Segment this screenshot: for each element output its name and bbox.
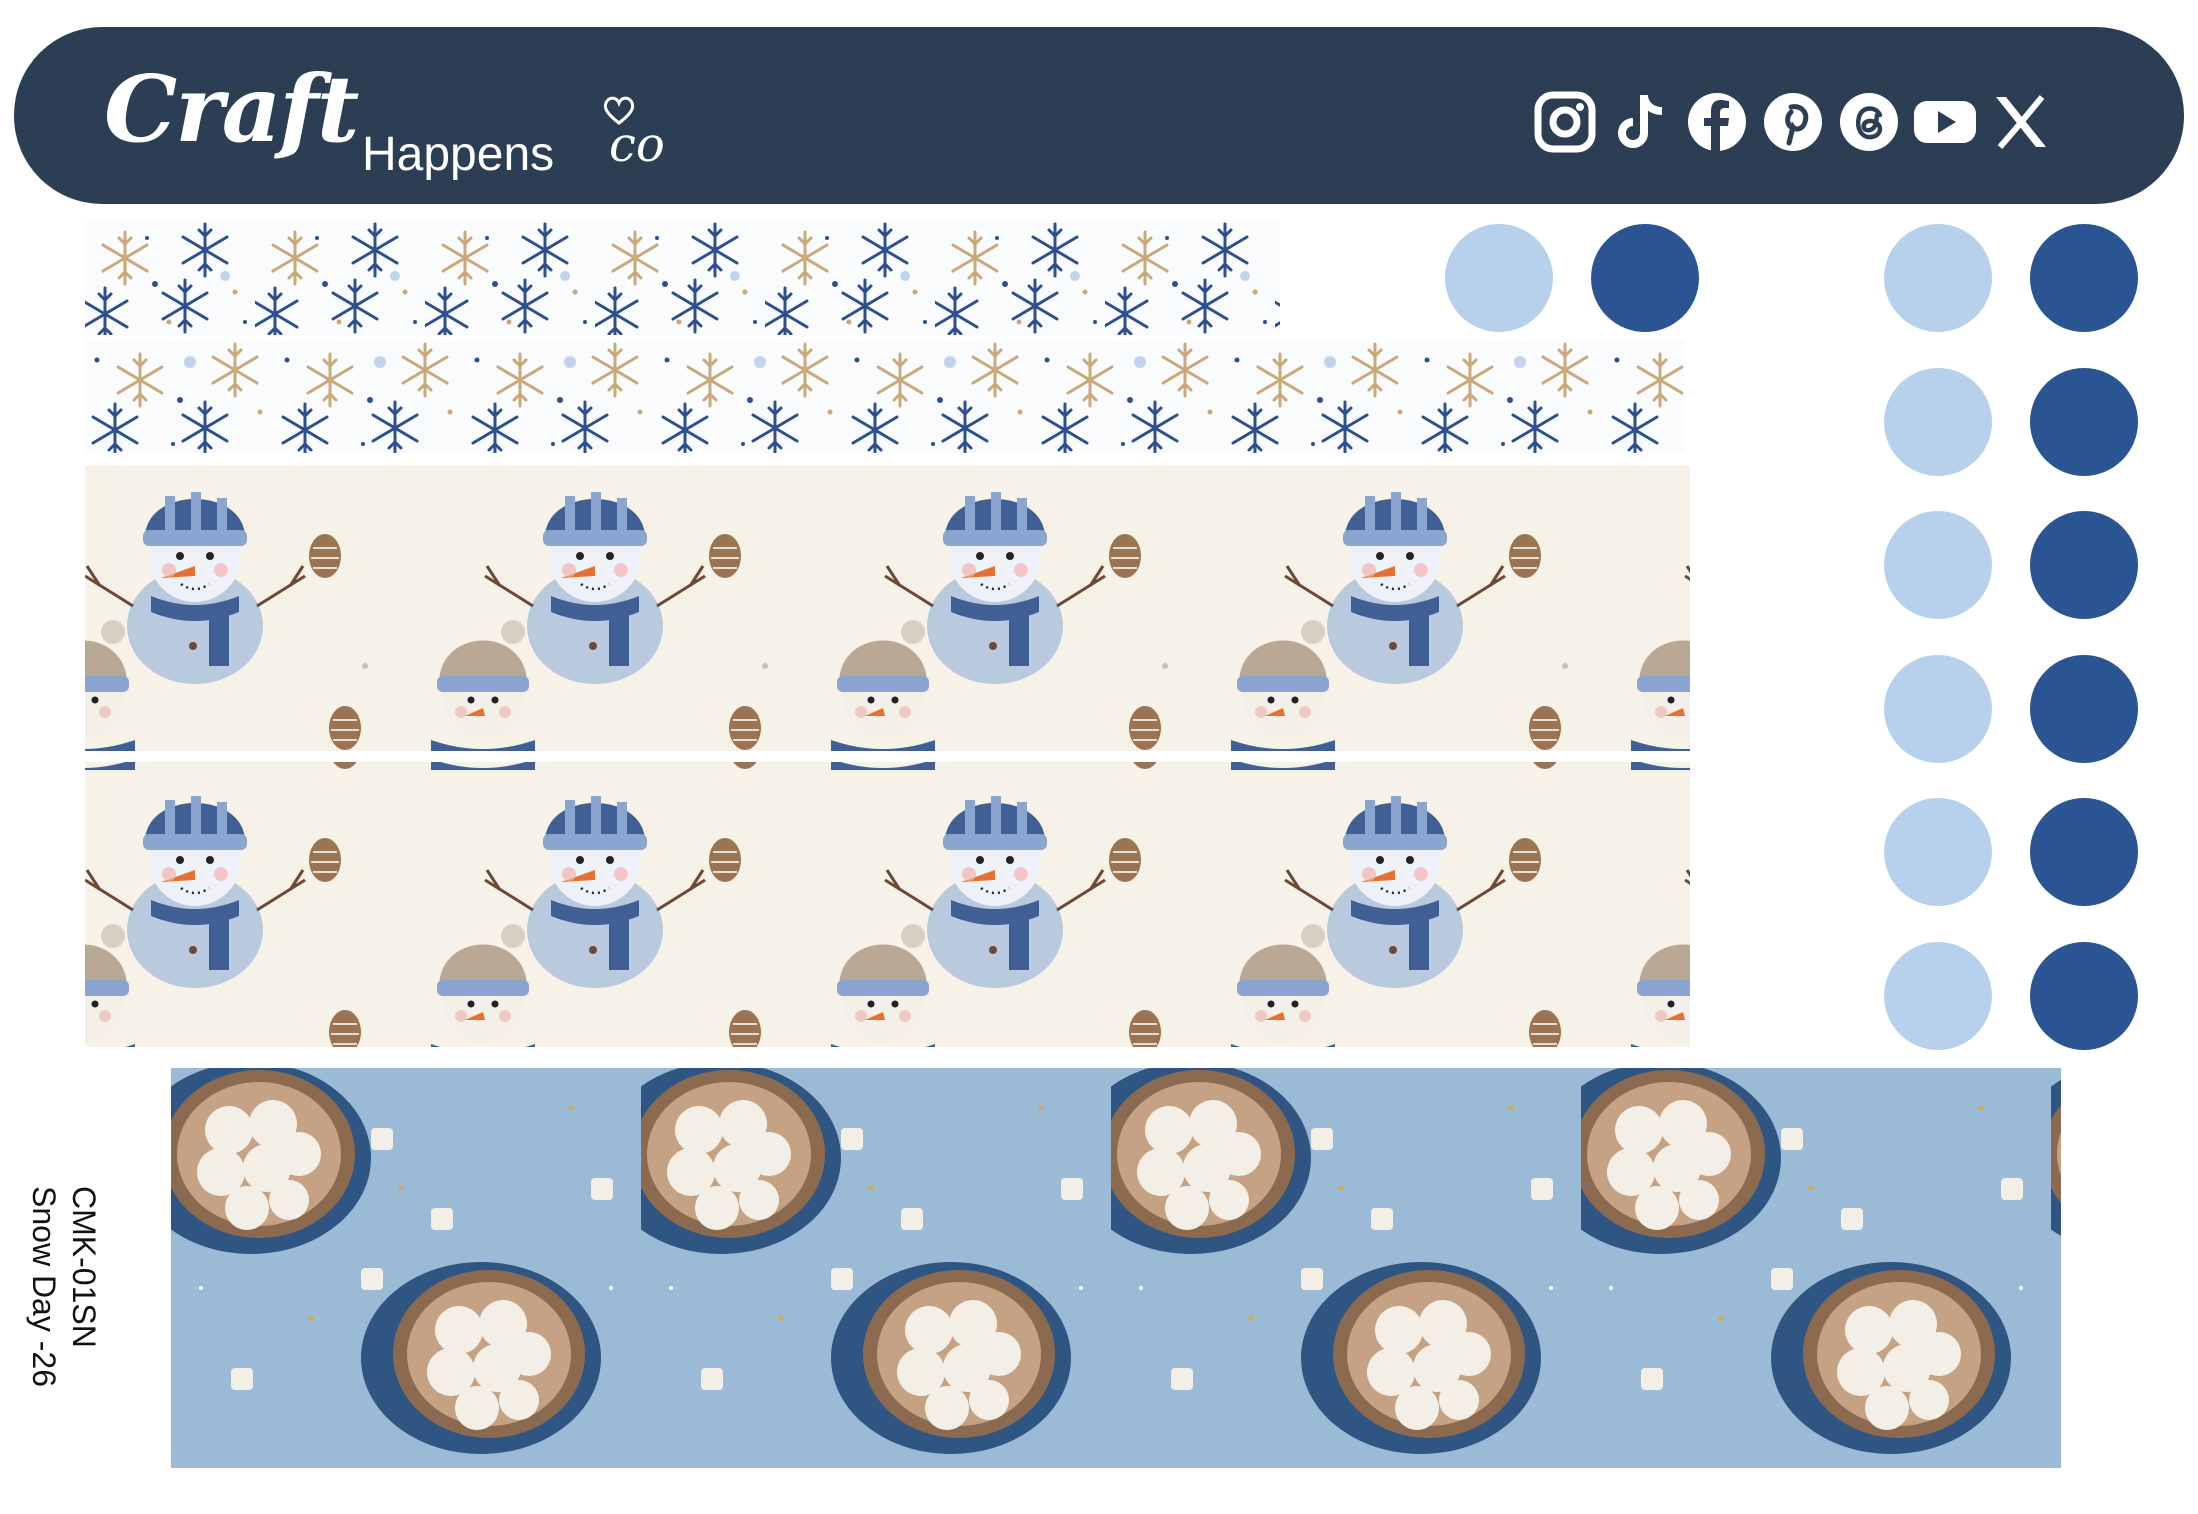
swatch-light-blue[interactable]: [1884, 511, 1992, 619]
header-bar: Craft Happens co: [14, 27, 2184, 204]
threads-icon[interactable]: [1836, 89, 1902, 155]
heart-icon: [603, 96, 635, 125]
x-icon[interactable]: [1988, 89, 2054, 155]
youtube-icon[interactable]: [1912, 89, 1978, 155]
washi-strip-cocoa[interactable]: [157, 1058, 2070, 1478]
swatch-dark-blue[interactable]: [2030, 224, 2138, 332]
logo-happens: Happens: [362, 128, 555, 181]
swatch-dark-blue[interactable]: [2030, 798, 2138, 906]
swatch-light-blue[interactable]: [1884, 654, 1992, 763]
product-name: Snow Day -26: [26, 1186, 62, 1387]
product-label: CMK-01SN Snow Day -26: [26, 1186, 104, 1396]
swatch-dark-blue[interactable]: [2030, 511, 2138, 619]
washi-strip-snowmen-2[interactable]: [85, 762, 1690, 1047]
swatch-light-blue[interactable]: [1884, 798, 1992, 906]
pinterest-icon[interactable]: [1760, 89, 1826, 155]
washi-strip-snowflakes-2[interactable]: [85, 340, 1685, 453]
washi-strip-snowmen-1[interactable]: [85, 466, 1690, 751]
swatch-dark-blue[interactable]: [2030, 654, 2138, 763]
logo-co: co: [609, 117, 665, 173]
logo-script: Craft: [104, 55, 359, 163]
swatch-light-blue[interactable]: [1884, 941, 1992, 1050]
swatch-light-blue[interactable]: [1884, 224, 1992, 332]
swatch-dark-blue[interactable]: [2030, 367, 2138, 476]
washi-strip-snowflakes-1[interactable]: [85, 222, 1280, 335]
facebook-icon[interactable]: [1684, 89, 1750, 155]
product-code: CMK-01SN: [66, 1186, 102, 1348]
swatch-light-blue[interactable]: [1884, 367, 1992, 476]
swatch-dark-blue[interactable]: [1591, 224, 1699, 332]
tiktok-icon[interactable]: [1608, 89, 1674, 155]
instagram-icon[interactable]: [1532, 89, 1598, 155]
swatch-dark-blue[interactable]: [2030, 941, 2138, 1050]
swatch-light-blue[interactable]: [1445, 224, 1553, 332]
